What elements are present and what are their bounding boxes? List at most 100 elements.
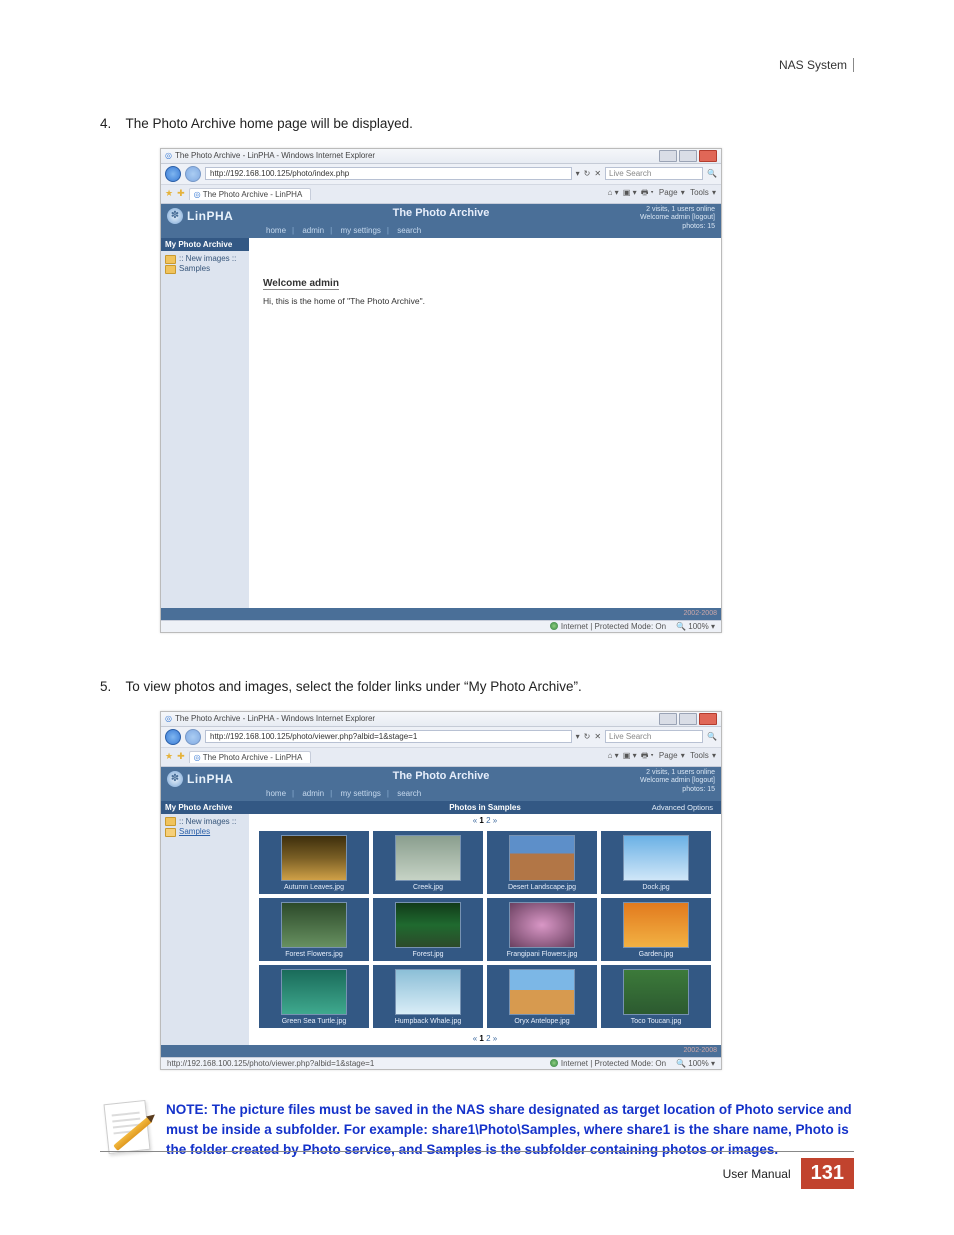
minimize-button[interactable] (659, 713, 677, 725)
sidebar-item-samples[interactable]: Samples (165, 264, 245, 274)
tools-menu[interactable]: Tools ▾ (689, 751, 716, 760)
search-box[interactable]: Live Search (605, 730, 703, 743)
gallery-item[interactable]: Dock.jpg (601, 831, 711, 894)
gallery-item[interactable]: Forest Flowers.jpg (259, 898, 369, 961)
url-field[interactable]: http://192.168.100.125/photo/viewer.php?… (205, 730, 572, 743)
nav-settings[interactable]: my settings (337, 226, 383, 235)
welcome-user: Welcome admin (640, 777, 690, 784)
gallery-item[interactable]: Green Sea Turtle.jpg (259, 965, 369, 1028)
close-button[interactable] (699, 150, 717, 162)
thumbnail (623, 835, 689, 881)
pager-next[interactable]: » (493, 816, 497, 825)
gallery-item[interactable]: Creek.jpg (373, 831, 483, 894)
forward-button[interactable] (185, 166, 201, 182)
thumbnail (509, 835, 575, 881)
nav-home[interactable]: home (263, 226, 289, 235)
print-icon[interactable]: 🖶 ▾ (641, 751, 654, 760)
feeds-icon[interactable]: ▣ ▾ (623, 751, 637, 760)
ie-command-bar: ⌂ ▾ ▣ ▾ 🖶 ▾ Page ▾ Tools ▾ (607, 187, 717, 201)
home-icon[interactable]: ⌂ ▾ (608, 751, 619, 760)
gallery-item[interactable]: Humpback Whale.jpg (373, 965, 483, 1028)
step4: 4. The Photo Archive home page will be d… (100, 115, 854, 134)
nav-admin[interactable]: admin (299, 226, 327, 235)
add-favorites-icon[interactable]: ✚ (177, 751, 185, 762)
gallery-item[interactable]: Desert Landscape.jpg (487, 831, 597, 894)
header-stats: 2 visits, 1 users online Welcome admin [… (640, 769, 715, 794)
url-dropdown-icon[interactable]: ▾ (576, 732, 580, 741)
caption: Toco Toucan.jpg (631, 1018, 681, 1025)
ie-titlebar: ◎ The Photo Archive - LinPHA - Windows I… (161, 712, 721, 727)
app-header: LinPHA The Photo Archive 2 visits, 1 use… (161, 204, 721, 238)
gallery-item[interactable]: Autumn Leaves.jpg (259, 831, 369, 894)
app-footer: 2002-2008 (161, 608, 721, 620)
visits-count: 2 visits, 1 users online (640, 769, 715, 777)
browser-tab[interactable]: ◎ The Photo Archive - LinPHA (189, 751, 312, 763)
pager-page-1: 1 (479, 1034, 483, 1043)
feeds-icon[interactable]: ▣ ▾ (623, 188, 637, 197)
print-icon[interactable]: 🖶 ▾ (641, 188, 654, 197)
ie-status-bar: Internet | Protected Mode: On 🔍 100% ▾ (161, 620, 721, 632)
gallery-item[interactable]: Oryx Antelope.jpg (487, 965, 597, 1028)
favorites-star-icon[interactable]: ★ (165, 751, 173, 762)
sidebar-item-new-images[interactable]: :: New images :: (165, 817, 245, 827)
tools-menu[interactable]: Tools ▾ (689, 188, 716, 197)
nav-admin[interactable]: admin (299, 789, 327, 798)
nav-search[interactable]: search (394, 226, 424, 235)
home-icon[interactable]: ⌂ ▾ (608, 188, 619, 197)
search-go-icon[interactable]: 🔍 (707, 732, 717, 741)
caption: Oryx Antelope.jpg (514, 1018, 569, 1025)
minimize-button[interactable] (659, 150, 677, 162)
refresh-icon[interactable]: ↻ (584, 169, 591, 178)
sidebar-item-samples[interactable]: Samples (165, 827, 245, 837)
close-button[interactable] (699, 713, 717, 725)
search-go-icon[interactable]: 🔍 (707, 169, 717, 178)
url-field[interactable]: http://192.168.100.125/photo/index.php (205, 167, 572, 180)
zoom-level[interactable]: 🔍 100% ▾ (676, 622, 715, 631)
pager-page-2[interactable]: 2 (486, 1034, 490, 1043)
header-stats: 2 visits, 1 users online Welcome admin [… (640, 206, 715, 231)
logout-link[interactable]: [logout] (692, 777, 715, 784)
refresh-icon[interactable]: ↻ (584, 732, 591, 741)
sidebar-item-new-images[interactable]: :: New images :: (165, 254, 245, 264)
stop-icon[interactable]: ✕ (594, 169, 601, 178)
step5-text: To view photos and images, select the fo… (126, 679, 582, 694)
pager-page-2[interactable]: 2 (486, 816, 490, 825)
logout-link[interactable]: [logout] (692, 214, 715, 221)
search-box[interactable]: Live Search (605, 167, 703, 180)
thumbnail (395, 969, 461, 1015)
ie-favicon: ◎ (165, 714, 172, 723)
ie-window-title: The Photo Archive - LinPHA - Windows Int… (175, 151, 375, 160)
nav-home[interactable]: home (263, 789, 289, 798)
maximize-button[interactable] (679, 713, 697, 725)
gallery-item[interactable]: Garden.jpg (601, 898, 711, 961)
gallery-item[interactable]: Frangipani Flowers.jpg (487, 898, 597, 961)
page-menu[interactable]: Page ▾ (658, 751, 685, 760)
ie-titlebar: ◎ The Photo Archive - LinPHA - Windows I… (161, 149, 721, 164)
pager-top: « 1 2 » (249, 814, 721, 827)
footer-manual-label: User Manual (723, 1167, 791, 1181)
nav-settings[interactable]: my settings (337, 789, 383, 798)
pager-prev[interactable]: « (473, 816, 477, 825)
favorites-star-icon[interactable]: ★ (165, 188, 173, 199)
zoom-level[interactable]: 🔍 100% ▾ (676, 1059, 715, 1068)
step4-text: The Photo Archive home page will be disp… (126, 116, 413, 131)
forward-button[interactable] (185, 729, 201, 745)
advanced-options-link[interactable]: Advanced Options (652, 803, 713, 812)
maximize-button[interactable] (679, 150, 697, 162)
url-dropdown-icon[interactable]: ▾ (576, 169, 580, 178)
nav-search[interactable]: search (394, 789, 424, 798)
back-button[interactable] (165, 729, 181, 745)
stop-icon[interactable]: ✕ (594, 732, 601, 741)
security-zone: Internet | Protected Mode: On (561, 622, 666, 631)
caption: Garden.jpg (639, 951, 674, 958)
pager-prev[interactable]: « (473, 1034, 477, 1043)
browser-tab[interactable]: ◎ The Photo Archive - LinPHA (189, 188, 312, 200)
globe-icon (550, 1059, 558, 1067)
gallery-item[interactable]: Toco Toucan.jpg (601, 965, 711, 1028)
gallery-item[interactable]: Forest.jpg (373, 898, 483, 961)
pager-next[interactable]: » (493, 1034, 497, 1043)
back-button[interactable] (165, 166, 181, 182)
page-menu[interactable]: Page ▾ (658, 188, 685, 197)
ie-address-bar: http://192.168.100.125/photo/viewer.php?… (161, 727, 721, 748)
add-favorites-icon[interactable]: ✚ (177, 188, 185, 199)
